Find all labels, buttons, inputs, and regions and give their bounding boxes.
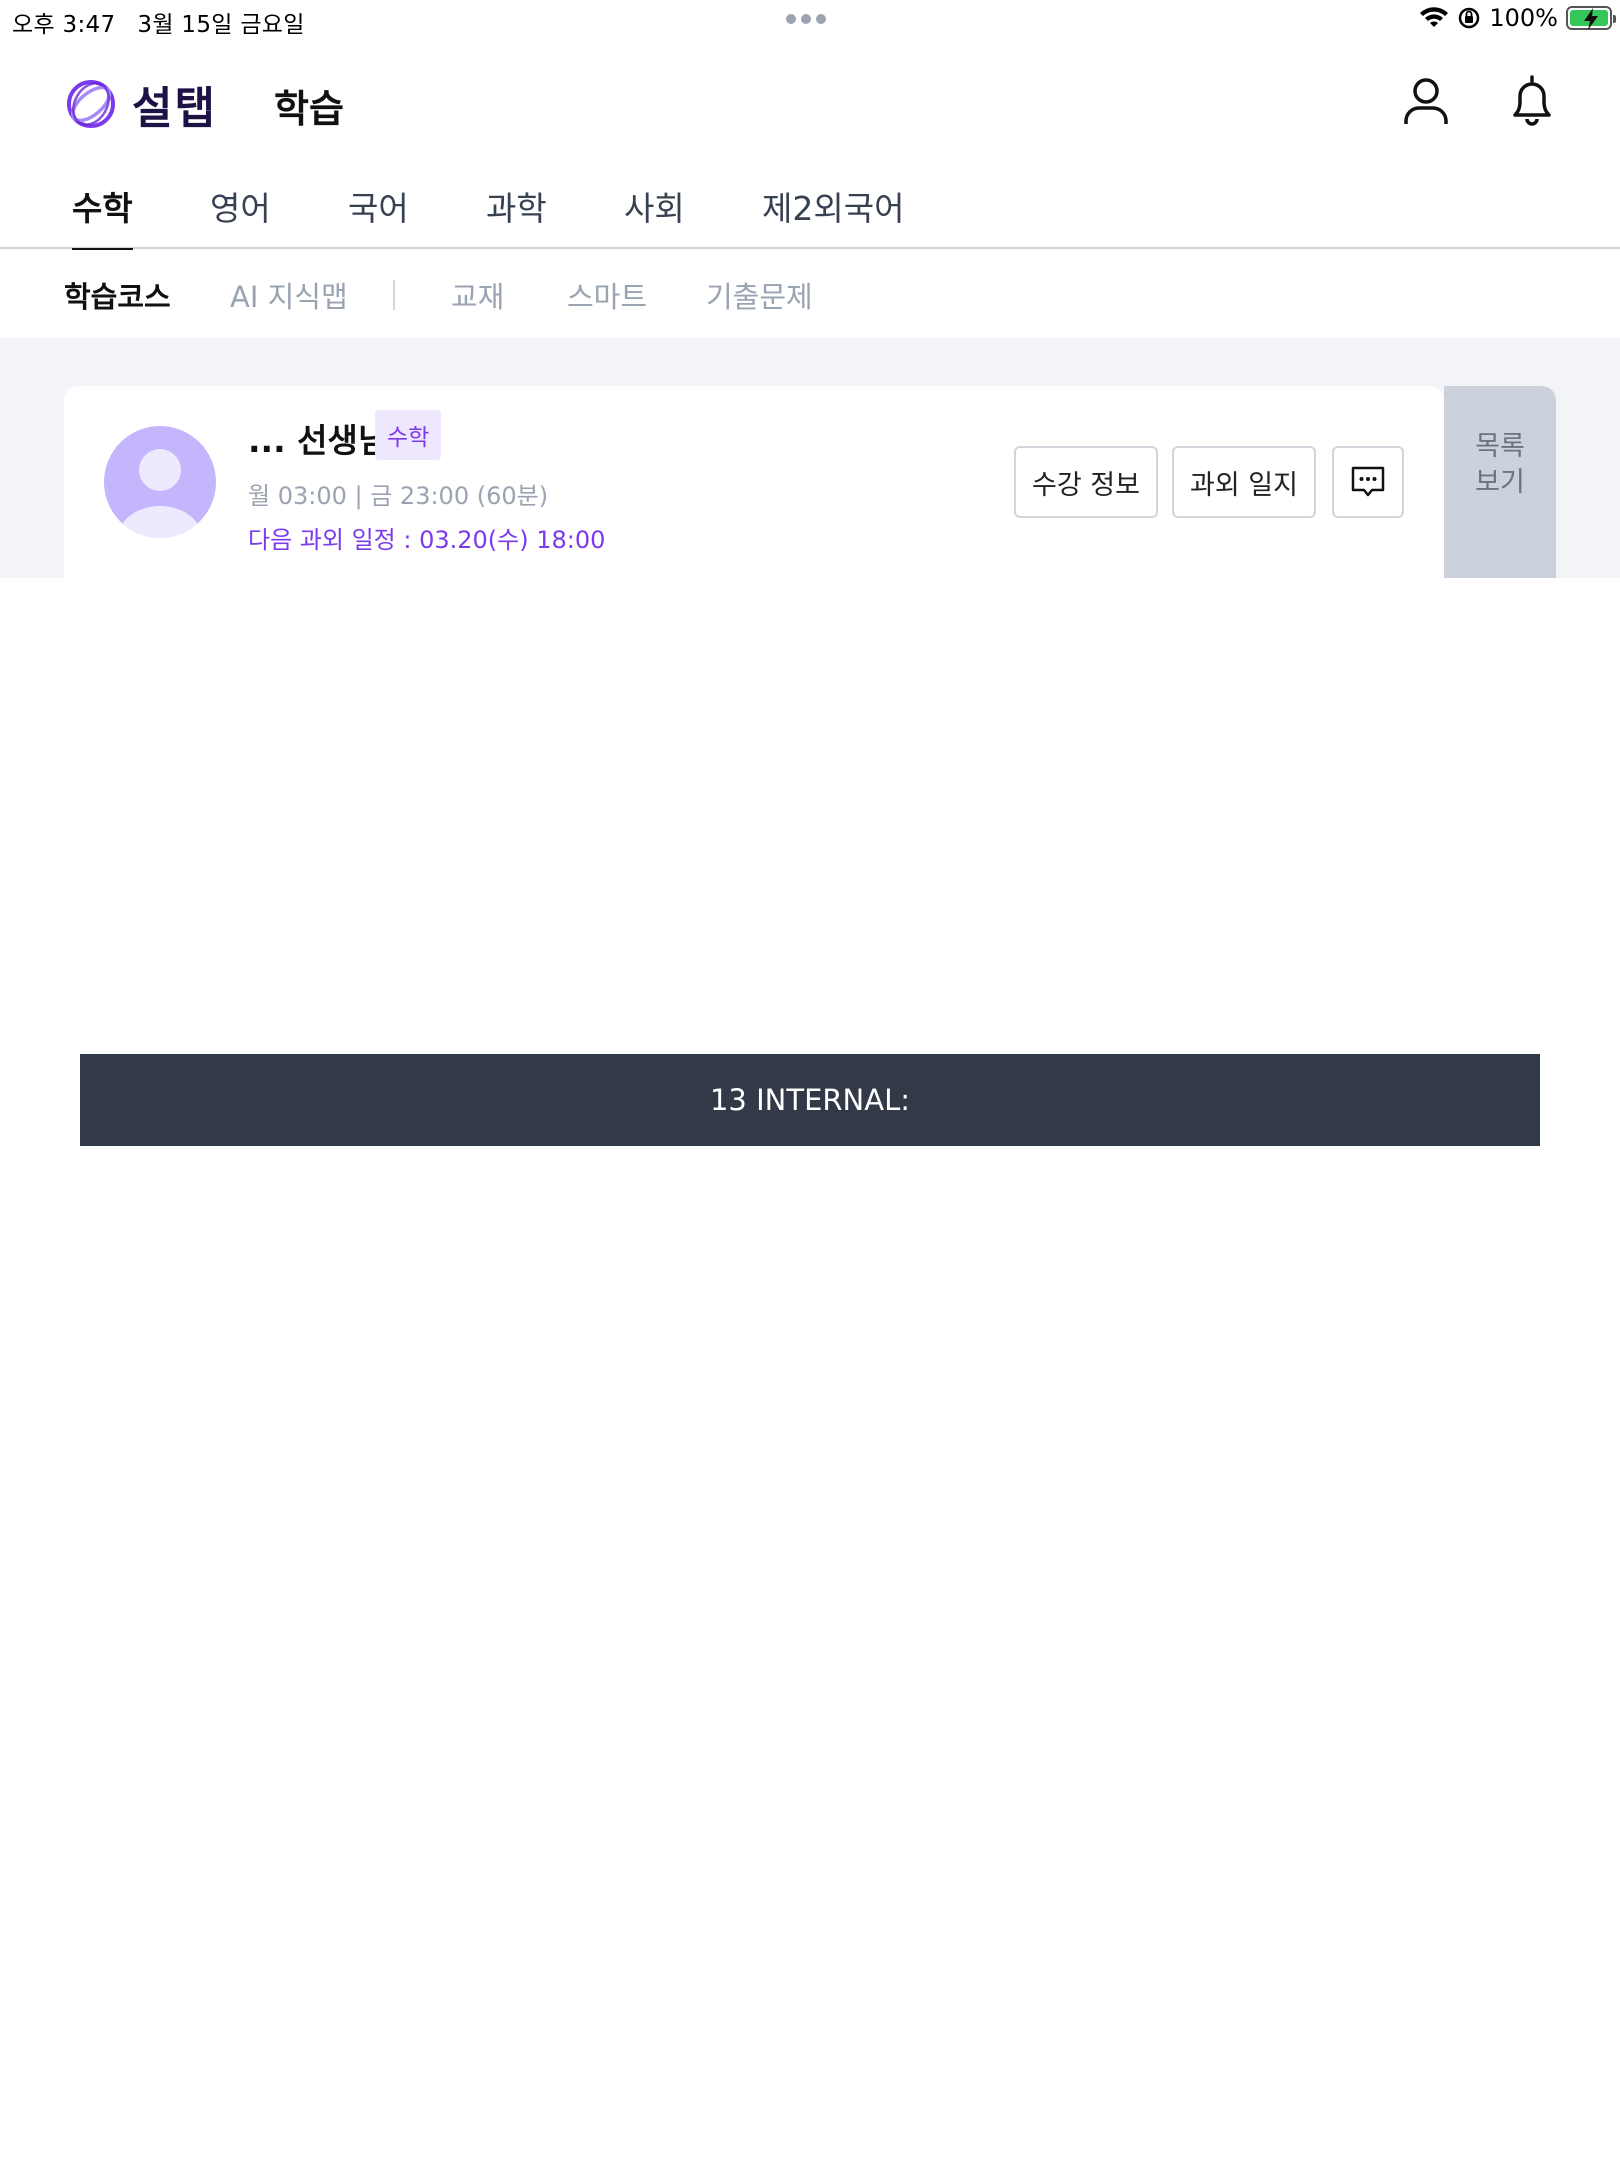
profile-icon[interactable] (1398, 72, 1454, 128)
toast-message: 13 INTERNAL: (709, 1083, 910, 1117)
status-indicators: 100% (1419, 4, 1616, 32)
error-toast: 13 INTERNAL: (80, 1054, 1540, 1146)
logo-text: 설탭 (132, 83, 217, 134)
multitasking-dots-icon[interactable] (786, 14, 826, 24)
logo[interactable]: 설탭 (64, 72, 217, 136)
avatar (104, 426, 216, 538)
chat-bubble-icon (1351, 466, 1385, 497)
sub-tab-ai-knowledge-map[interactable]: AI 지식맵 (230, 274, 348, 316)
orientation-lock-icon (1459, 7, 1480, 29)
header-actions (1398, 72, 1560, 128)
tab-korean[interactable]: 국어 (348, 182, 409, 248)
tab-math[interactable]: 수학 (72, 182, 133, 253)
tab-science[interactable]: 과학 (486, 182, 547, 248)
wifi-icon (1420, 7, 1449, 27)
view-list-button[interactable]: 목록 보기 (1444, 386, 1556, 578)
logo-icon (67, 80, 115, 128)
page-title: 학습 (274, 87, 344, 131)
tab-social[interactable]: 사회 (624, 182, 685, 248)
course-card: ... 선생님 수학 월 03:00 | 금 23:00 (60분) 다음 과외… (64, 386, 1444, 578)
status-time: 오후 3:47 (12, 12, 116, 38)
status-bar: 오후 3:47 3월 15일 금요일 100% (0, 0, 1620, 40)
view-list-label-line1: 목록 (1475, 431, 1525, 462)
tab-english[interactable]: 영어 (210, 182, 271, 248)
sub-tab-course[interactable]: 학습코스 (64, 274, 171, 316)
app-header: 설탭 학습 (0, 60, 1620, 140)
bell-icon[interactable] (1504, 72, 1560, 128)
view-list-label-line2: 보기 (1475, 467, 1525, 498)
course-info-button[interactable]: 수강 정보 (1014, 446, 1158, 518)
subject-tabs: 수학 영어 국어 과학 사회 제2외국어 (0, 172, 1620, 253)
teacher-name: ... 선생님 (248, 421, 389, 460)
status-datetime: 오후 3:47 3월 15일 금요일 (12, 5, 327, 39)
battery-icon (1566, 6, 1616, 30)
sub-tab-textbook[interactable]: 교재 (451, 274, 504, 316)
tab-second-language[interactable]: 제2외국어 (762, 182, 904, 248)
battery-percent: 100% (1489, 4, 1558, 32)
lesson-log-button[interactable]: 과외 일지 (1172, 446, 1316, 518)
sub-tab-smart[interactable]: 스마트 (567, 274, 647, 316)
subject-badge: 수학 (375, 410, 442, 460)
sub-tabs: 학습코스 AI 지식맵 교재 스마트 기출문제 (0, 250, 1620, 338)
chat-button[interactable] (1332, 446, 1404, 518)
avatar-placeholder-icon (118, 449, 202, 538)
status-date: 3월 15일 금요일 (137, 12, 305, 38)
sub-tab-divider (393, 280, 395, 310)
sub-tab-past-exams[interactable]: 기출문제 (706, 274, 813, 316)
next-lesson-schedule: 다음 과외 일정 : 03.20(수) 18:00 (248, 526, 606, 554)
lesson-schedule: 월 03:00 | 금 23:00 (60분) (248, 482, 549, 510)
